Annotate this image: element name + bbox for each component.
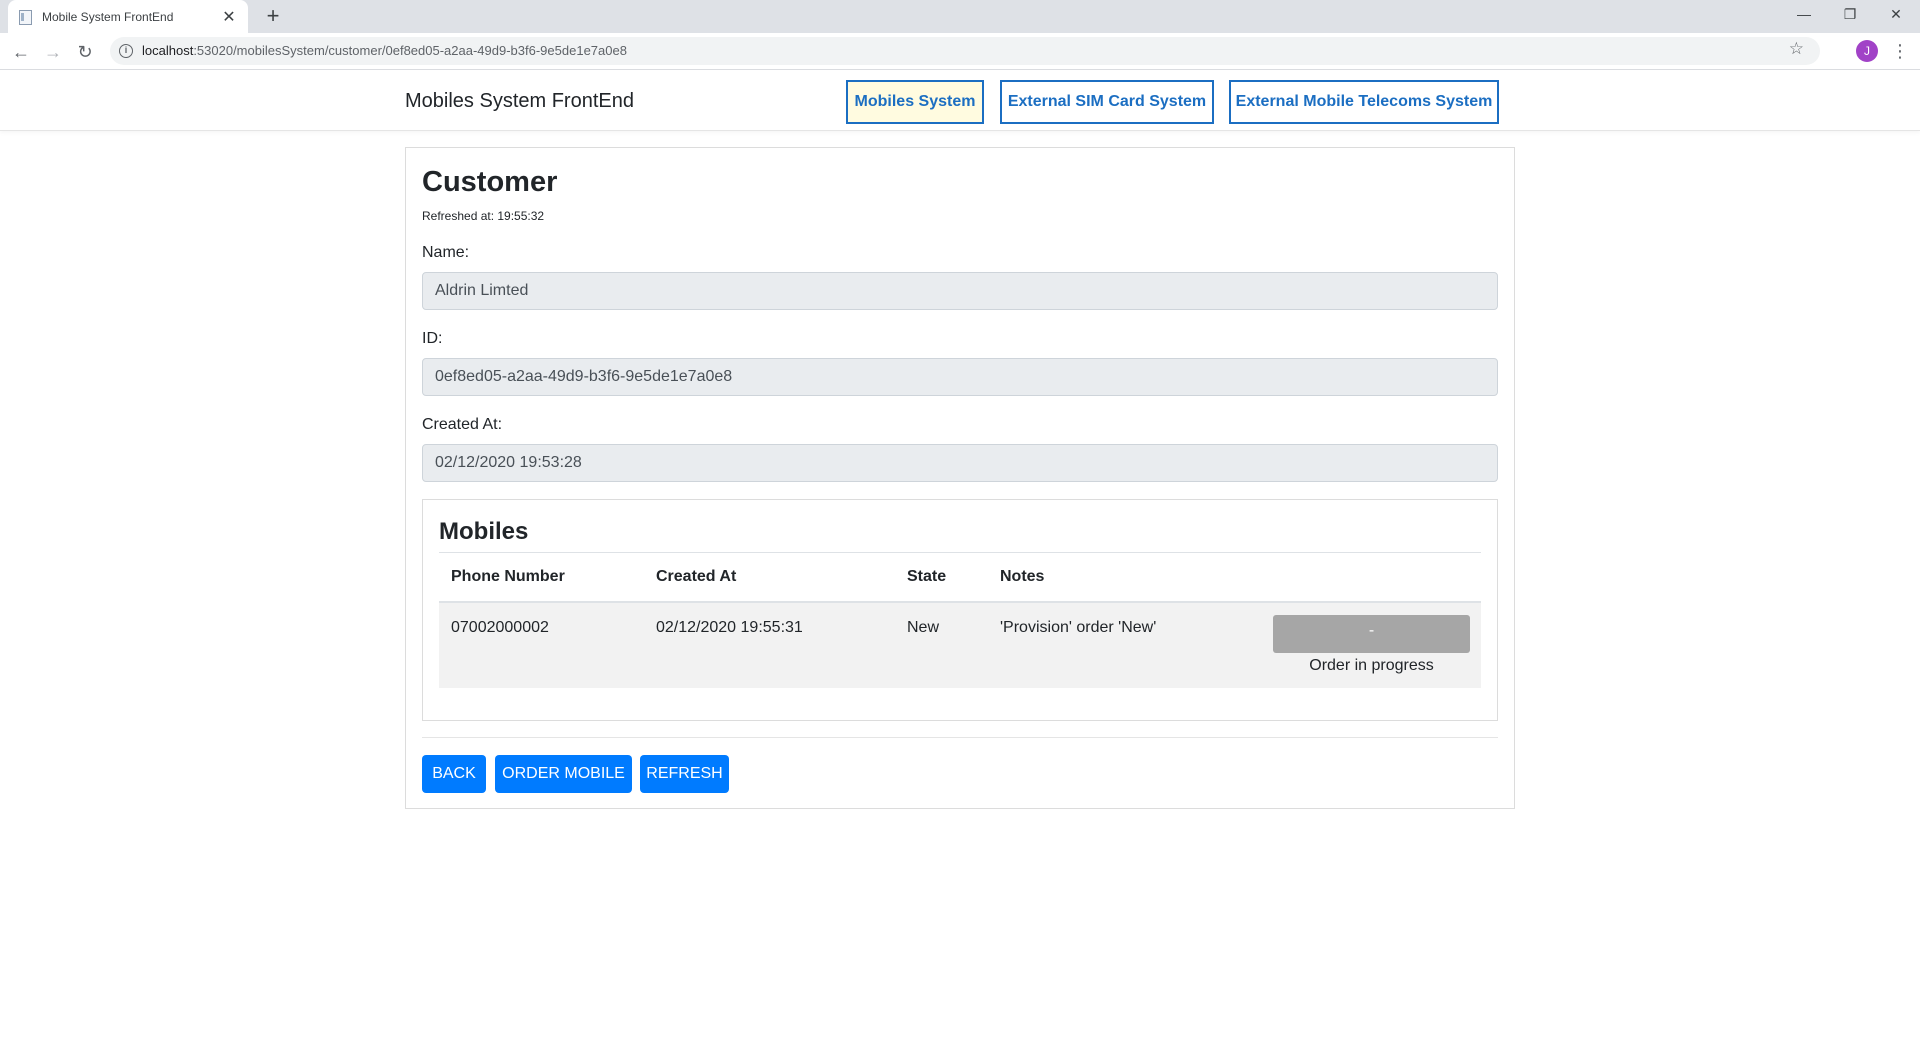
actions-divider xyxy=(422,737,1498,738)
created-at-field: 02/12/2020 19:53:28 xyxy=(422,444,1498,482)
column-header-notes: Notes xyxy=(1000,568,1045,585)
cell-notes: 'Provision' order 'New' xyxy=(1000,619,1157,636)
nav-mobiles-system[interactable]: Mobiles System xyxy=(846,80,984,124)
url-text: localhost:53020/mobilesSystem/customer/0… xyxy=(142,43,627,58)
new-tab-icon[interactable]: + xyxy=(260,4,286,30)
nav-external-sim-card-system[interactable]: External SIM Card System xyxy=(1000,80,1214,124)
refresh-button[interactable]: REFRESH xyxy=(640,755,729,793)
url-path: :53020/mobilesSystem/customer/0ef8ed05-a… xyxy=(193,43,627,58)
app-navbar: Mobiles System FrontEnd Mobiles System E… xyxy=(0,70,1920,131)
browser-menu-icon[interactable]: ⋮ xyxy=(1890,39,1910,63)
page-favicon-icon xyxy=(18,9,32,25)
address-bar[interactable]: i localhost:53020/mobilesSystem/customer… xyxy=(110,37,1820,65)
tab-close-icon[interactable]: ✕ xyxy=(220,7,238,27)
cell-state: New xyxy=(907,619,940,636)
column-header-created-at: Created At xyxy=(656,568,737,585)
cell-created-at: 02/12/2020 19:55:31 xyxy=(656,619,803,636)
restore-icon[interactable]: ❐ xyxy=(1827,0,1873,28)
table-header-divider xyxy=(439,552,1481,553)
nav-external-mobile-telecoms-system[interactable]: External Mobile Telecoms System xyxy=(1229,80,1499,124)
column-header-phone-number: Phone Number xyxy=(451,568,565,585)
reload-icon[interactable]: ↻ xyxy=(72,39,98,65)
created-at-label: Created At: xyxy=(422,416,503,433)
mobiles-title: Mobiles xyxy=(439,518,529,545)
cell-phone-number: 07002000002 xyxy=(451,619,549,636)
back-button[interactable]: BACK xyxy=(422,755,486,793)
order-mobile-button[interactable]: ORDER MOBILE xyxy=(495,755,632,793)
page-title: Customer xyxy=(422,166,558,198)
id-field: 0ef8ed05-a2aa-49d9-b3f6-9e5de1e7a0e8 xyxy=(422,358,1498,396)
site-info-icon[interactable]: i xyxy=(119,44,133,58)
order-status-text: Order in progress xyxy=(1309,657,1434,674)
url-host: localhost xyxy=(142,43,194,58)
name-label: Name: xyxy=(422,244,470,261)
minimize-icon[interactable]: — xyxy=(1781,0,1827,28)
name-field: Aldrin Limted xyxy=(422,272,1498,310)
forward-arrow-icon[interactable]: → xyxy=(40,39,66,65)
app-brand[interactable]: Mobiles System FrontEnd xyxy=(405,90,634,113)
id-label: ID: xyxy=(422,330,443,347)
profile-avatar[interactable]: J xyxy=(1856,40,1878,62)
window-close-icon[interactable]: ✕ xyxy=(1873,0,1919,28)
back-arrow-icon[interactable]: ← xyxy=(8,39,34,65)
refreshed-timestamp: Refreshed at: 19:55:32 xyxy=(422,209,545,223)
bookmark-star-icon[interactable]: ☆ xyxy=(1789,39,1804,59)
browser-tabstrip: Mobile System FrontEnd ✕ + — ❐ ✕ xyxy=(0,0,1920,33)
tab-title: Mobile System FrontEnd xyxy=(42,9,174,24)
table-row: 07002000002 02/12/2020 19:55:31 New 'Pro… xyxy=(439,601,1481,688)
mobiles-panel: Mobiles Phone Number Created At State No… xyxy=(422,499,1498,721)
browser-toolbar: ← → ↻ i localhost:53020/mobilesSystem/cu… xyxy=(0,33,1920,70)
customer-card: Customer Refreshed at: 19:55:32 Name: Al… xyxy=(405,147,1515,809)
browser-tab[interactable]: Mobile System FrontEnd ✕ xyxy=(8,0,248,33)
column-header-state: State xyxy=(907,568,947,585)
disabled-action-button[interactable]: - xyxy=(1273,615,1470,653)
